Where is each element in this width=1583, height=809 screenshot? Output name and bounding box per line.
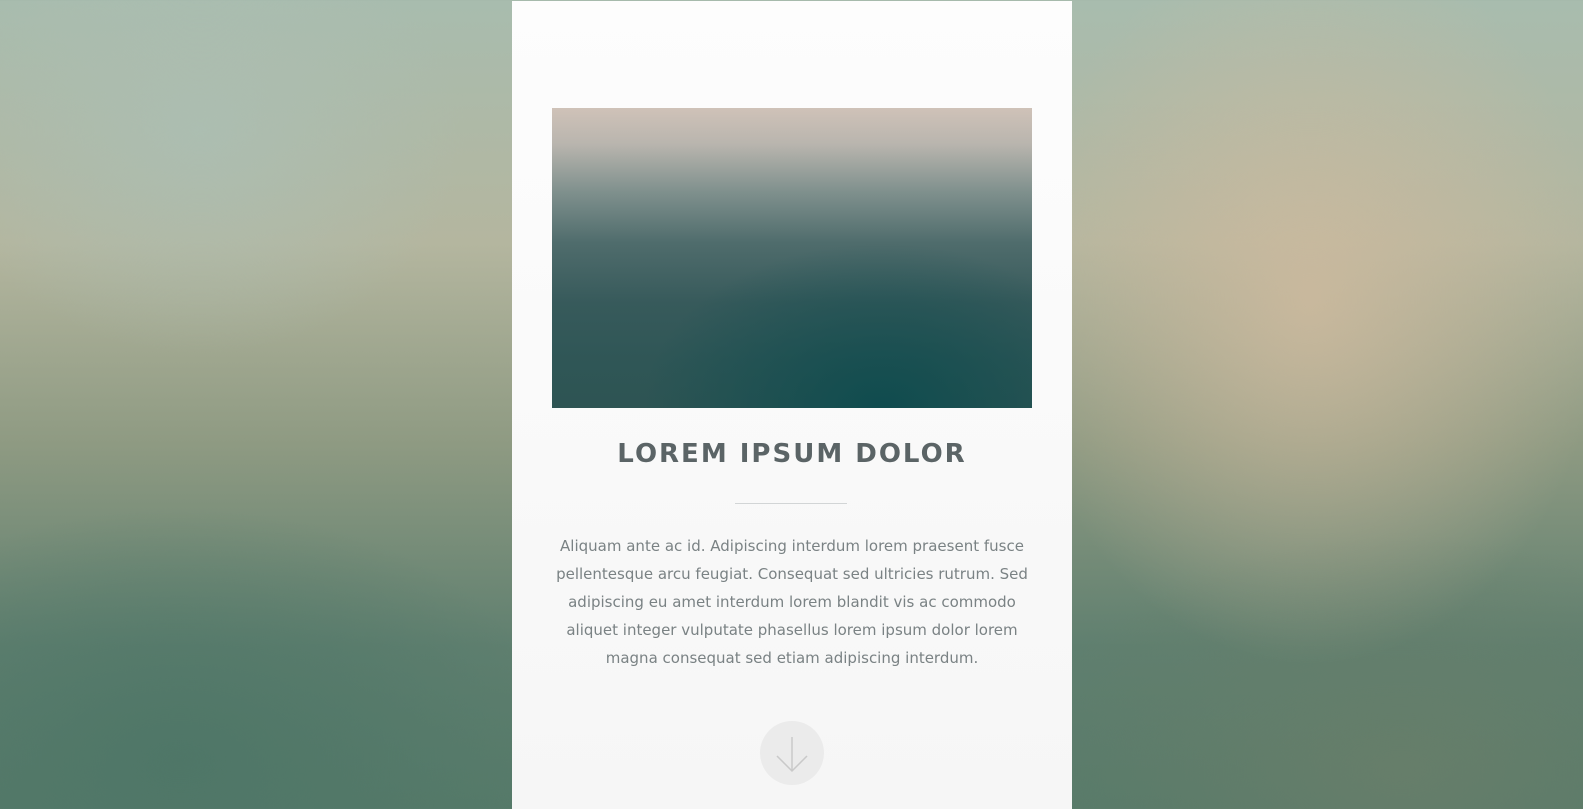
content-card: LOREM IPSUM DOLOR Aliquam ante ac id. Ad… — [512, 1, 1072, 809]
card-body-text: Aliquam ante ac id. Adipiscing interdum … — [556, 537, 1028, 667]
hero-image — [552, 108, 1032, 408]
title-divider — [735, 503, 847, 504]
scroll-down-button[interactable] — [760, 721, 824, 785]
arrow-down-icon — [776, 737, 808, 773]
card-title: LOREM IPSUM DOLOR — [617, 439, 967, 469]
